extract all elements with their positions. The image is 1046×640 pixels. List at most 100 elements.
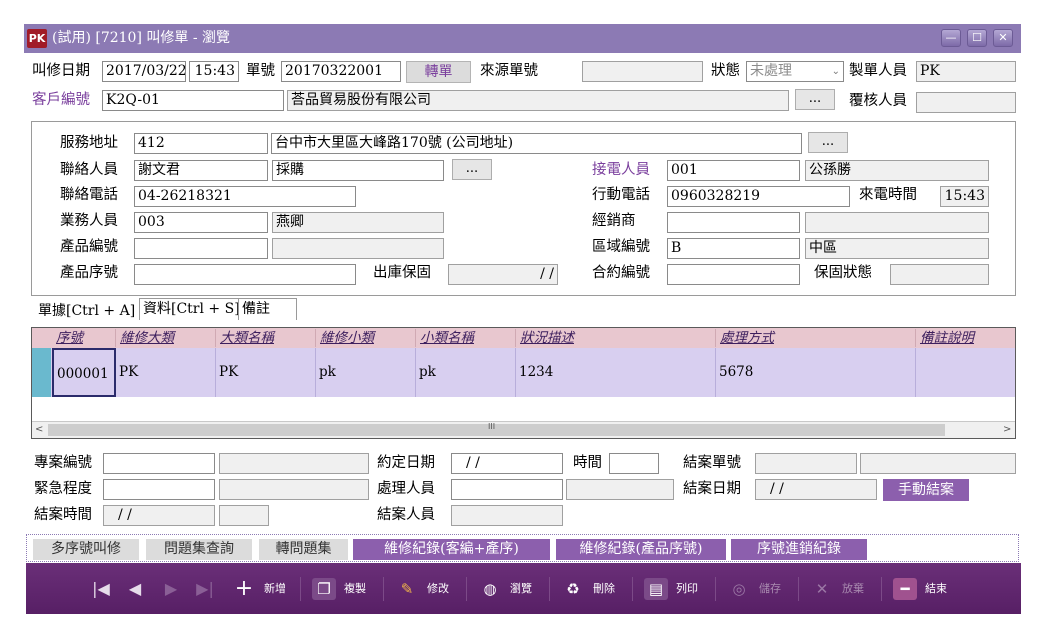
chevron-down-icon[interactable]: ⌄ <box>832 62 840 81</box>
urgency-name-field[interactable] <box>219 479 369 500</box>
address-lookup-button[interactable]: ... <box>808 132 848 153</box>
first-record-icon[interactable]: |◀ <box>92 580 110 598</box>
closer-field[interactable] <box>451 505 563 526</box>
region-name-field[interactable]: 中區 <box>805 238 989 259</box>
close-time-field[interactable]: / / <box>103 505 215 526</box>
appoint-date-field[interactable]: / / <box>451 453 563 474</box>
tab-document[interactable]: 單據[Ctrl + A] <box>35 301 139 323</box>
product-code-field[interactable] <box>134 238 268 259</box>
receiver-code-field[interactable]: 001 <box>667 160 800 181</box>
dealer-name-field[interactable] <box>805 212 989 233</box>
contact-name-field[interactable]: 謝文君 <box>134 160 268 181</box>
mobile-field[interactable]: 0960328219 <box>667 186 850 207</box>
exit-icon: ━ <box>893 578 917 600</box>
source-no-label: 來源單號 <box>480 63 538 79</box>
recycle-icon: ♻ <box>566 580 580 598</box>
grid-cell[interactable]: 1234 <box>516 348 716 397</box>
warranty-field[interactable]: / / <box>448 264 558 285</box>
scroll-thumb[interactable]: III <box>48 422 945 436</box>
table-row[interactable]: 000001 PK PK pk pk 1234 5678 <box>32 348 1015 397</box>
column-header-description[interactable]: 狀況描述 <box>516 329 716 347</box>
serial-field[interactable] <box>134 264 356 285</box>
problem-query-tab[interactable]: 問題集查詢 <box>146 539 252 560</box>
urgency-code-field[interactable] <box>103 479 215 500</box>
close-icon[interactable]: ✕ <box>993 29 1013 47</box>
handler-code-field[interactable] <box>451 479 563 500</box>
dealer-code-field[interactable] <box>667 212 800 233</box>
sales-name-field[interactable]: 燕卿 <box>272 212 444 233</box>
close-no-label: 結案單號 <box>683 455 741 471</box>
window-title: (試用) [7210] 叫修單 - 瀏覽 <box>52 30 231 46</box>
grid-cell[interactable]: pk <box>316 348 416 397</box>
source-no-field[interactable] <box>582 61 703 82</box>
reviewer-field[interactable] <box>916 92 1016 113</box>
delete-label: 刪除 <box>593 582 615 595</box>
previous-record-icon[interactable]: ◀ <box>126 580 144 598</box>
copy-icon: ❐ <box>312 578 336 600</box>
maximize-icon[interactable]: ☐ <box>967 29 987 47</box>
receiver-label: 接電人員 <box>592 162 650 178</box>
grid-header: 序號 維修大類 大類名稱 維修小類 小類名稱 狀況描述 處理方式 備註說明 <box>32 328 1015 348</box>
column-header-minor-name[interactable]: 小類名稱 <box>416 329 516 347</box>
grid-cell[interactable]: PK <box>116 348 216 397</box>
sales-code-field[interactable]: 003 <box>134 212 268 233</box>
minimize-icon[interactable]: — <box>941 29 961 47</box>
tab-notes[interactable]: 備註 <box>238 298 297 320</box>
column-header-seq[interactable]: 序號 <box>52 329 116 347</box>
customer-name-field[interactable]: 荅品貿易股份有限公司 <box>287 90 789 111</box>
column-header-handling[interactable]: 處理方式 <box>716 329 916 347</box>
next-record-icon[interactable]: ▶ <box>162 580 180 598</box>
repair-record-customer-tab[interactable]: 維修紀錄(客編+產序) <box>353 539 550 560</box>
call-time-field[interactable]: 15:43 <box>940 186 989 207</box>
warranty-status-field[interactable] <box>890 264 989 285</box>
serial-sales-record-tab[interactable]: 序號進銷紀錄 <box>731 539 867 560</box>
repair-date-label: 叫修日期 <box>32 63 90 79</box>
detail-grid: 序號 維修大類 大類名稱 維修小類 小類名稱 狀況描述 處理方式 備註說明 00… <box>31 327 1016 439</box>
handler-name-field[interactable] <box>566 479 674 500</box>
column-header-remarks[interactable]: 備註說明 <box>916 329 1015 347</box>
grid-cell[interactable]: 000001 <box>52 348 116 397</box>
grid-cell[interactable] <box>916 348 1015 397</box>
close-no-field-2[interactable] <box>860 453 1016 474</box>
address-field[interactable]: 台中市大里區大峰路170號 (公司地址) <box>271 133 802 154</box>
close-time-field-2[interactable] <box>219 505 269 526</box>
horizontal-scrollbar[interactable]: < III > <box>32 421 1015 438</box>
time-field[interactable] <box>609 453 659 474</box>
grid-cell[interactable]: 5678 <box>716 348 916 397</box>
receiver-name-field[interactable]: 公孫勝 <box>805 160 989 181</box>
product-code-label: 產品編號 <box>60 239 118 255</box>
scroll-right-icon[interactable]: > <box>1003 422 1011 438</box>
grid-cell[interactable]: PK <box>216 348 316 397</box>
customer-code-field[interactable]: K2Q-01 <box>102 90 284 111</box>
repair-date-field[interactable]: 2017/03/22 <box>102 61 186 82</box>
region-code-field[interactable]: B <box>667 238 800 259</box>
contract-field[interactable] <box>667 264 800 285</box>
product-name-field[interactable] <box>272 238 444 259</box>
column-header-minor-category[interactable]: 維修小類 <box>316 329 416 347</box>
project-name-field[interactable] <box>219 453 369 474</box>
status-select[interactable]: 未處理 ⌄ <box>746 61 844 82</box>
column-header-major-category[interactable]: 維修大類 <box>116 329 216 347</box>
phone-field[interactable]: 04-26218321 <box>134 186 356 207</box>
multi-serial-repair-tab[interactable]: 多序號叫修 <box>33 539 139 560</box>
creator-field[interactable]: PK <box>916 61 1016 82</box>
customer-lookup-button[interactable]: ... <box>795 89 835 110</box>
column-header-major-name[interactable]: 大類名稱 <box>216 329 316 347</box>
close-no-field[interactable] <box>755 453 857 474</box>
close-date-field[interactable]: / / <box>755 479 877 500</box>
tab-data[interactable]: 資料[Ctrl + S] <box>139 298 244 320</box>
transfer-button[interactable]: 轉單 <box>406 61 471 83</box>
order-no-field[interactable]: 20170322001 <box>281 61 401 82</box>
row-indicator[interactable] <box>32 348 51 397</box>
repair-time-field[interactable]: 15:43 <box>189 61 239 82</box>
to-problem-set-tab[interactable]: 轉問題集 <box>259 539 348 560</box>
repair-record-serial-tab[interactable]: 維修紀錄(產品序號) <box>556 539 726 560</box>
address-code-field[interactable]: 412 <box>134 133 268 154</box>
project-code-field[interactable] <box>103 453 215 474</box>
scroll-left-icon[interactable]: < <box>35 422 43 438</box>
contact-lookup-button[interactable]: ... <box>452 159 492 180</box>
manual-close-button[interactable]: 手動結案 <box>883 479 969 501</box>
grid-cell[interactable]: pk <box>416 348 516 397</box>
last-record-icon[interactable]: ▶| <box>196 580 214 598</box>
contact-title-field[interactable]: 採購 <box>272 160 444 181</box>
